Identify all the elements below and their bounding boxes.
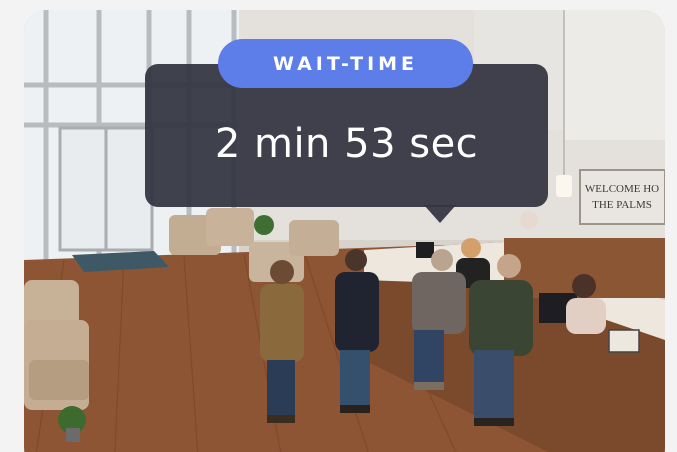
wait-time-label: WAIT-TIME bbox=[218, 39, 473, 88]
sign-line1: WELCOME HO bbox=[585, 183, 659, 195]
tooltip-pointer bbox=[424, 205, 456, 223]
sign-line2: THE PALMS bbox=[592, 199, 652, 211]
wait-time-value: 2 min 53 sec bbox=[214, 121, 479, 167]
